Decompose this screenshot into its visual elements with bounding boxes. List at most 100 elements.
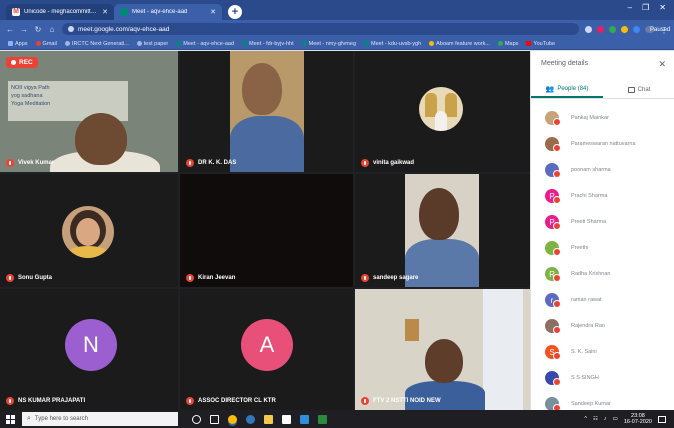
participant-face bbox=[425, 339, 463, 383]
participant-list-item[interactable]: P Prachi Sharma bbox=[531, 183, 674, 209]
video-tile-ns-kumar-prajapati[interactable]: N NS KUMAR PRAJAPATI bbox=[0, 289, 178, 410]
windows-icon bbox=[5, 414, 15, 424]
participant-name: Pankaj Mainkar bbox=[571, 115, 609, 121]
browser-tab-gmail[interactable]: M Unicode - meghacommittee@gy ✕ bbox=[6, 4, 114, 20]
network-icon[interactable]: ☷ bbox=[593, 416, 598, 422]
lock-icon bbox=[68, 26, 74, 32]
close-icon[interactable]: ✕ bbox=[102, 8, 108, 16]
video-tile-vivek-kumar[interactable]: NOII vigya Path yog sadhana Yoga Meditat… bbox=[0, 51, 178, 172]
close-icon[interactable]: ✕ bbox=[210, 8, 216, 16]
participant-list-item[interactable]: P Preeti Sharma bbox=[531, 209, 674, 235]
forward-arrow-icon[interactable]: → bbox=[20, 25, 28, 34]
avatar-wrapper: P bbox=[545, 189, 561, 204]
bookmark-meet-3[interactable]: Meet - nmy-gfvmeg bbox=[301, 41, 356, 47]
bookmark-maps[interactable]: Maps bbox=[497, 41, 518, 47]
menu-icon[interactable]: ⋮ bbox=[660, 26, 668, 35]
participant-list-item[interactable]: r raman rawat bbox=[531, 287, 674, 313]
panel-tabs: 👥 People (84) Chat bbox=[531, 81, 674, 99]
clock[interactable]: 23:08 16-07-2020 bbox=[624, 413, 652, 425]
taskbar-search-box[interactable]: ⌕ Type here to search bbox=[22, 412, 178, 426]
mic-off-icon bbox=[553, 144, 561, 152]
minimize-button[interactable]: – bbox=[628, 3, 632, 12]
back-arrow-icon[interactable]: ← bbox=[6, 25, 14, 34]
mic-off-icon bbox=[553, 274, 561, 282]
browser-tab-strip: M Unicode - meghacommittee@gy ✕ Meet - a… bbox=[0, 0, 674, 20]
participant-name: Vivek Kumar bbox=[6, 159, 54, 167]
bookmark-meet-4[interactable]: Meet - kdu-uvsb-ygh bbox=[364, 41, 421, 47]
meet-icon bbox=[242, 41, 247, 46]
home-icon[interactable]: ⌂ bbox=[48, 25, 56, 34]
battery-icon[interactable]: ▭ bbox=[613, 416, 618, 422]
windows-taskbar: ⌕ Type here to search ^ ☷ ♪ ▭ 23:08 16-0… bbox=[0, 410, 674, 428]
participant-list-item[interactable]: Pankaj Mainkar bbox=[531, 105, 674, 131]
video-tile-dr-kk-das[interactable]: DR K. K. DAS bbox=[180, 51, 353, 172]
close-icon[interactable]: ✕ bbox=[658, 59, 666, 70]
star-icon[interactable] bbox=[585, 25, 592, 33]
new-tab-button[interactable]: + bbox=[228, 5, 242, 19]
bookmark-meet-2[interactable]: Meet - fdr-byjv-hht bbox=[242, 41, 294, 47]
person-clothes bbox=[68, 246, 108, 258]
app-icon[interactable] bbox=[318, 414, 327, 424]
video-tile-assoc-director[interactable]: A ASSOC DIRECTOR CL KTR bbox=[180, 289, 353, 410]
participant-list-item[interactable]: poonam sharma bbox=[531, 157, 674, 183]
tab-people[interactable]: 👥 People (84) bbox=[531, 81, 603, 98]
file-explorer-icon[interactable] bbox=[264, 414, 273, 424]
avatar-wrapper bbox=[545, 163, 561, 178]
close-window-button[interactable]: ✕ bbox=[659, 3, 666, 12]
mic-off-icon bbox=[361, 397, 369, 405]
participant-list-item[interactable]: S S. K. Saini bbox=[531, 339, 674, 365]
extension-icon[interactable] bbox=[609, 25, 616, 33]
video-tile-ftv-nstti[interactable]: FTV 2 NSTTI NOID NEW bbox=[355, 289, 530, 410]
browser-tab-meet[interactable]: Meet - aqv-ehce-aad ✕ bbox=[114, 4, 222, 20]
participant-list-item[interactable]: Preethi bbox=[531, 235, 674, 261]
volume-icon[interactable]: ♪ bbox=[604, 416, 607, 422]
participant-name: sandeep sagare bbox=[361, 274, 418, 282]
video-tile-sandeep-sagare[interactable]: sandeep sagare bbox=[355, 174, 530, 287]
bookmark-test-paper[interactable]: test paper bbox=[136, 41, 168, 47]
start-button[interactable] bbox=[0, 410, 20, 428]
bookmark-meet-1[interactable]: Meet - aqv-ehce-aad bbox=[176, 41, 234, 47]
extension-icon[interactable] bbox=[633, 25, 640, 33]
participant-list-item[interactable]: S S SINGH bbox=[531, 365, 674, 391]
gmail-icon: M bbox=[12, 8, 20, 16]
reload-icon[interactable]: ↻ bbox=[34, 25, 42, 34]
person-figure bbox=[435, 111, 447, 131]
mic-off-icon bbox=[553, 326, 561, 334]
bookmark-irctc[interactable]: IRCTC Next Generati... bbox=[64, 41, 129, 47]
tab-title: Unicode - meghacommittee@gy bbox=[24, 9, 98, 15]
mic-off-icon bbox=[553, 378, 561, 386]
mic-off-icon bbox=[553, 222, 561, 230]
notifications-icon[interactable] bbox=[658, 415, 666, 423]
bookmark-gmail[interactable]: Gmail bbox=[35, 41, 57, 47]
edge-icon[interactable] bbox=[246, 414, 255, 424]
avatar-wrapper bbox=[545, 241, 561, 256]
youtube-icon bbox=[526, 41, 532, 46]
video-tile-kiran-jeevan[interactable]: Kiran Jeevan bbox=[180, 174, 353, 287]
store-icon[interactable] bbox=[282, 414, 291, 424]
maximize-button[interactable]: ❐ bbox=[642, 3, 649, 12]
participant-list-item[interactable]: R Radha Krishnan bbox=[531, 261, 674, 287]
extension-icon[interactable] bbox=[621, 25, 628, 33]
participant-list-item[interactable]: Parameswaran nattuvarna bbox=[531, 131, 674, 157]
participant-face bbox=[419, 188, 459, 240]
participant-name: ASSOC DIRECTOR CL KTR bbox=[186, 397, 276, 405]
avatar-wrapper bbox=[545, 397, 561, 412]
address-bar[interactable]: meet.google.com/aqv-ehce-aad bbox=[62, 23, 579, 35]
tab-chat[interactable]: Chat bbox=[603, 81, 674, 98]
extensions-area: Paused ⋮ bbox=[585, 25, 670, 35]
chevron-up-icon[interactable]: ^ bbox=[584, 416, 587, 422]
extension-icon[interactable] bbox=[597, 25, 604, 33]
cortana-icon[interactable] bbox=[192, 414, 201, 424]
chrome-icon[interactable] bbox=[228, 414, 237, 424]
video-tile-vinita-gaikwad[interactable]: vinita gaikwad bbox=[355, 51, 530, 172]
bookmark-apps[interactable]: Apps bbox=[8, 41, 28, 47]
profile-button[interactable]: Paused bbox=[645, 25, 670, 33]
participant-list-item[interactable]: Rajendra Rao bbox=[531, 313, 674, 339]
bookmark-work[interactable]: Aboam feature work... bbox=[429, 41, 490, 47]
meet-icon bbox=[120, 8, 128, 16]
task-view-icon[interactable] bbox=[210, 414, 219, 424]
bookmark-youtube[interactable]: YouTube bbox=[526, 41, 555, 47]
mail-icon[interactable] bbox=[300, 414, 309, 424]
video-tile-sonu-gupta[interactable]: Sonu Gupta bbox=[0, 174, 178, 287]
mic-off-icon bbox=[553, 352, 561, 360]
